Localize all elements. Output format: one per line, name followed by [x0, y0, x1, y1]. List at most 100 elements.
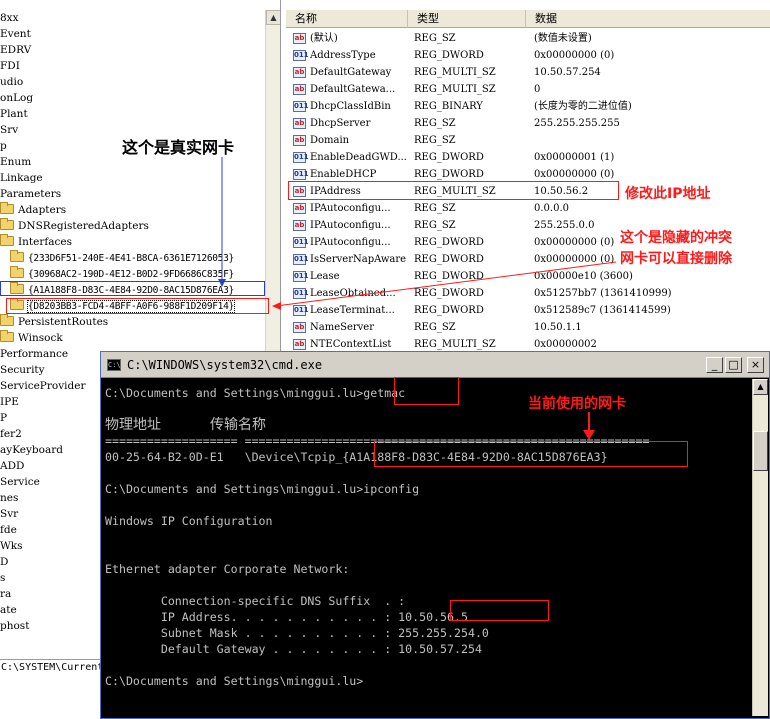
value-type: REG_DWORD: [414, 152, 484, 163]
registry-value-row[interactable]: ab (默认) REG_SZ (数值未设置): [286, 30, 770, 47]
tree-item-label: s: [0, 572, 6, 584]
cmd-titlebar[interactable]: C:\ C:\WINDOWS\system32\cmd.exe _ □ ×: [101, 352, 769, 378]
value-name: LeaseTerminat...: [310, 305, 395, 316]
string-value-icon: ab: [293, 220, 306, 231]
scroll-thumb[interactable]: [753, 431, 768, 471]
folder-icon: [10, 250, 24, 262]
tree-item-label: P: [0, 412, 8, 424]
tree-item-label: fer2: [0, 428, 22, 440]
scroll-up-icon[interactable]: ▲: [266, 10, 280, 25]
tree-item-label: Winsock: [18, 332, 63, 344]
tree-item[interactable]: EDRV: [0, 42, 265, 58]
folder-icon: [10, 266, 24, 278]
tree-item[interactable]: onLog: [0, 90, 265, 106]
registry-value-row[interactable]: 011 DhcpClassIdBin REG_BINARY (长度为零的二进位值): [286, 98, 770, 115]
tree-item[interactable]: FDI: [0, 58, 265, 74]
value-type: REG_DWORD: [414, 271, 484, 282]
tree-item-label: IPE: [0, 396, 19, 408]
column-header-type[interactable]: 类型: [408, 10, 526, 28]
registry-value-row[interactable]: 011 Lease REG_DWORD 0x00000e10 (3600): [286, 268, 770, 285]
tree-item-label: Security: [0, 364, 45, 376]
tree-item-label: fde: [0, 524, 17, 536]
value-name: (默认): [310, 33, 338, 44]
tree-item[interactable]: 8xx: [0, 10, 265, 26]
tree-item[interactable]: {30968AC2-190D-4E12-B0D2-9FD6686C835F}: [0, 266, 265, 282]
registry-value-row[interactable]: ab DefaultGateway REG_MULTI_SZ 10.50.57.254: [286, 64, 770, 81]
tree-item[interactable]: Linkage: [0, 170, 265, 186]
console-line: Default Gateway . . . . . . . . : 10.50.…: [105, 642, 482, 656]
registry-value-row[interactable]: 011 LeaseTerminat... REG_DWORD 0x512589c7 (…: [286, 302, 770, 319]
tree-item[interactable]: Parameters: [0, 186, 265, 202]
tree-item-label: Interfaces: [18, 236, 72, 248]
value-name: IsServerNapAware: [310, 254, 407, 265]
tree-item-label: {30968AC2-190D-4E12-B0D2-9FD6686C835F}: [28, 269, 234, 280]
value-data: 10.50.1.1: [534, 322, 582, 333]
registry-value-row[interactable]: 011 EnableDeadGWD... REG_DWORD 0x00000001 (…: [286, 149, 770, 166]
string-value-icon: ab: [293, 84, 306, 95]
tree-item[interactable]: udio: [0, 74, 265, 90]
value-data: 0x512589c7 (1361414599): [534, 305, 671, 316]
tree-item[interactable]: {233D6F51-240E-4E41-B8CA-6361E7126053}: [0, 250, 265, 266]
value-data: 0x00000000 (0): [534, 50, 615, 61]
tree-item-label: Service: [0, 476, 40, 488]
hidden-nic-highlight-box: [6, 298, 269, 314]
value-type: REG_SZ: [414, 203, 456, 214]
string-value-icon: ab: [293, 339, 306, 350]
string-value-icon: ab: [293, 33, 306, 44]
tree-item-label: Enum: [0, 156, 32, 168]
maximize-button[interactable]: □: [725, 357, 742, 373]
registry-value-row[interactable]: ab NTEContextList REG_MULTI_SZ 0x00000002: [286, 336, 770, 352]
tree-item-label: 8xx: [0, 12, 19, 24]
value-type: REG_DWORD: [414, 50, 484, 61]
binary-value-icon: 011: [293, 237, 309, 248]
tree-item[interactable]: PersistentRoutes: [0, 314, 265, 330]
tree-item-label: p: [0, 140, 7, 152]
console-line: C:\Documents and Settings\minggui.lu>: [105, 674, 364, 688]
tree-item[interactable]: Plant: [0, 106, 265, 122]
tree-item[interactable]: DNSRegisteredAdapters: [0, 218, 265, 234]
cmd-window[interactable]: C:\ C:\WINDOWS\system32\cmd.exe _ □ × C:…: [100, 351, 770, 719]
console-line: 物理地址 传输名称: [105, 417, 266, 433]
value-name: NTEContextList: [310, 339, 392, 350]
current-nic-label: 当前使用的网卡: [528, 396, 626, 412]
minimize-button[interactable]: _: [706, 357, 723, 373]
tree-item-label: DNSRegisteredAdapters: [18, 220, 149, 232]
value-type: REG_SZ: [414, 322, 456, 333]
binary-value-icon: 011: [293, 169, 309, 180]
console-scrollbar[interactable]: ▲: [752, 379, 768, 716]
value-type: REG_SZ: [414, 118, 456, 129]
tree-item-label: Plant: [0, 108, 28, 120]
value-type: REG_SZ: [414, 220, 456, 231]
registry-value-row[interactable]: 011 AddressType REG_DWORD 0x00000000 (0): [286, 47, 770, 64]
tree-item[interactable]: Winsock: [0, 330, 265, 346]
value-data: 0x00000001 (1): [534, 152, 615, 163]
value-name: DhcpClassIdBin: [310, 101, 391, 112]
registry-value-row[interactable]: ab NameServer REG_SZ 10.50.1.1: [286, 319, 770, 336]
registry-value-row[interactable]: ab Domain REG_SZ: [286, 132, 770, 149]
value-type: REG_SZ: [414, 135, 456, 146]
registry-value-row[interactable]: ab DhcpServer REG_SZ 255.255.255.255: [286, 115, 770, 132]
tree-item[interactable]: Adapters: [0, 202, 265, 218]
close-button[interactable]: ×: [747, 357, 764, 373]
tree-item-label: Performance: [0, 348, 69, 360]
cmd-title: C:\WINDOWS\system32\cmd.exe: [127, 358, 323, 372]
column-header-data[interactable]: 数据: [526, 10, 770, 28]
value-type: REG_DWORD: [414, 254, 484, 265]
value-type: REG_DWORD: [414, 288, 484, 299]
value-type: REG_SZ: [414, 33, 456, 44]
tree-item[interactable]: Interfaces: [0, 234, 265, 250]
tree-item-label: FDI: [0, 60, 20, 72]
value-data: (数值未设置): [534, 33, 592, 44]
value-name: NameServer: [310, 322, 375, 333]
value-type: REG_MULTI_SZ: [414, 67, 496, 78]
tree-item-label: phost: [0, 620, 30, 632]
registry-value-row[interactable]: 011 LeaseObtained... REG_DWORD 0x51257bb7 (…: [286, 285, 770, 302]
value-data: 0.0.0.0: [534, 203, 569, 214]
tree-item[interactable]: Event: [0, 26, 265, 42]
column-header-name[interactable]: 名称: [286, 10, 408, 28]
console-output[interactable]: C:\Documents and Settings\minggui.lu>get…: [103, 379, 751, 716]
scroll-up-icon[interactable]: ▲: [753, 379, 768, 395]
registry-value-row[interactable]: ab DefaultGatewa... REG_MULTI_SZ 0: [286, 81, 770, 98]
binary-value-icon: 011: [293, 254, 309, 265]
folder-icon: [0, 330, 14, 342]
